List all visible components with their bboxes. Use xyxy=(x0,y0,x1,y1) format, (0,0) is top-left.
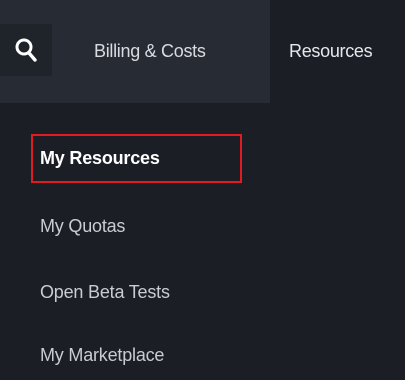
top-navigation-bar: Billing & Costs Resources xyxy=(0,0,405,103)
menu-item-my-quotas[interactable]: My Quotas xyxy=(0,196,405,256)
search-icon xyxy=(15,38,37,62)
search-button[interactable] xyxy=(0,24,52,76)
menu-item-open-beta-tests[interactable]: Open Beta Tests xyxy=(0,262,405,322)
menu-item-my-marketplace[interactable]: My Marketplace xyxy=(0,325,405,385)
nav-resources[interactable]: Resources xyxy=(289,0,373,103)
resources-dropdown-menu: My Resources My Quotas Open Beta Tests M… xyxy=(0,103,405,380)
menu-item-my-resources[interactable]: My Resources xyxy=(0,128,405,188)
nav-billing-costs[interactable]: Billing & Costs xyxy=(94,0,206,103)
